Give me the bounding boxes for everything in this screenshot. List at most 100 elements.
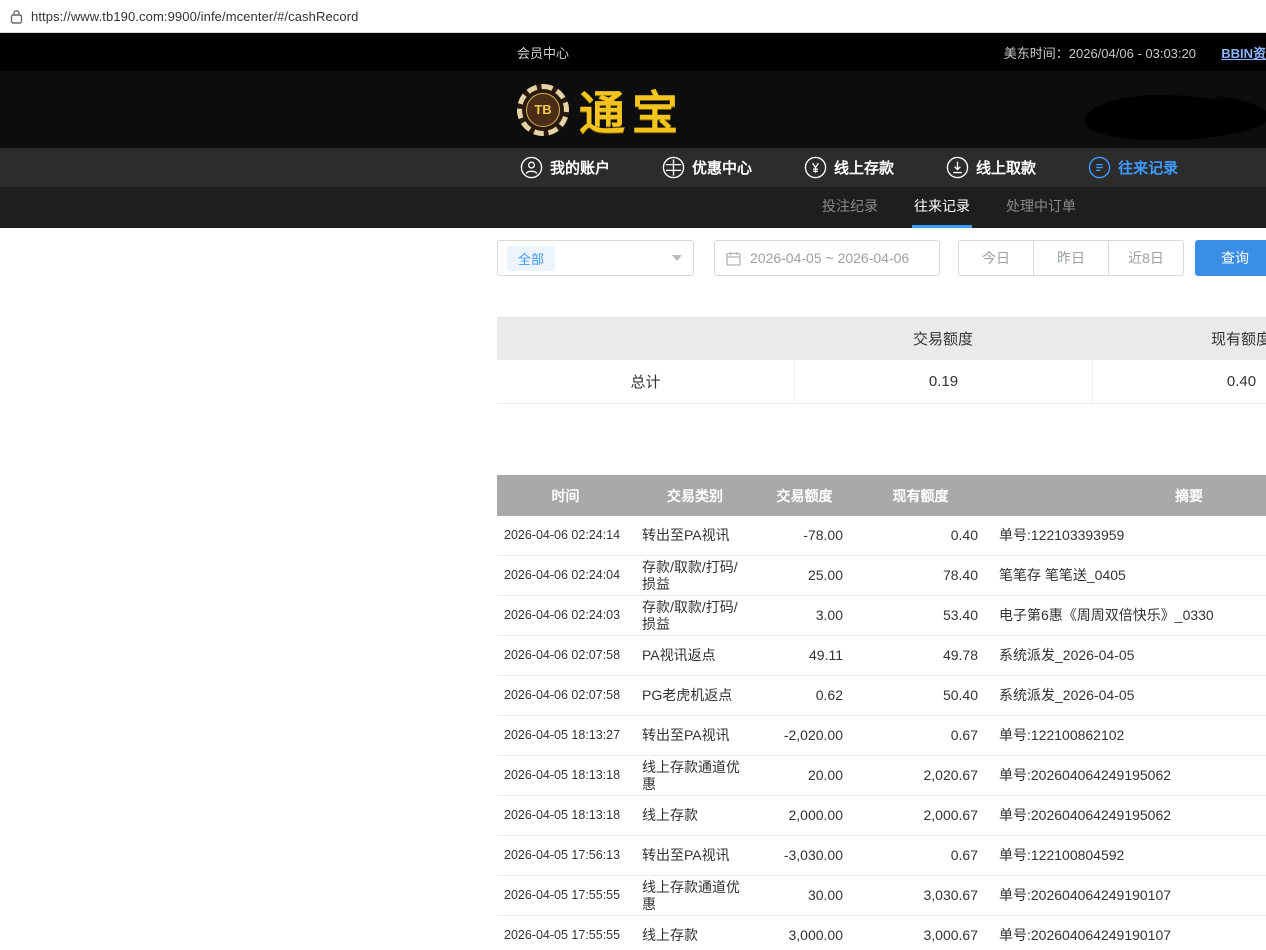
cell-balance: 3,000.67 [853, 916, 988, 950]
cell-type: 转出至PA视讯 [634, 516, 756, 555]
cell-type: PA视讯返点 [634, 636, 756, 675]
last-8-days-button[interactable]: 近8日 [1108, 240, 1184, 276]
cell-amount: -2,020.00 [756, 716, 853, 755]
cell-time: 2026-04-06 02:24:14 [497, 516, 634, 555]
yesterday-button[interactable]: 昨日 [1033, 240, 1109, 276]
cell-time: 2026-04-05 18:13:18 [497, 796, 634, 835]
nav-item-deposit[interactable]: 线上存款 [804, 156, 894, 179]
cell-balance: 49.78 [853, 636, 988, 675]
chevron-down-icon [672, 255, 682, 261]
cell-amount: -3,030.00 [756, 836, 853, 875]
today-button[interactable]: 今日 [958, 240, 1034, 276]
records-table-body: 2026-04-06 02:24:14 转出至PA视讯 -78.00 0.40 … [497, 516, 1266, 950]
calendar-icon [726, 251, 741, 266]
cell-summary: 笔笔存 笔笔送_0405 [988, 556, 1266, 595]
cell-balance: 0.40 [853, 516, 988, 555]
table-row: 2026-04-06 02:07:58 PA视讯返点 49.11 49.78 系… [497, 636, 1266, 676]
sub-nav: 投注纪录 往来记录 处理中订单 [0, 187, 1266, 228]
cell-time: 2026-04-05 17:55:55 [497, 916, 634, 950]
cell-type: 线上存款通道优惠 [634, 756, 756, 795]
cell-balance: 3,030.67 [853, 876, 988, 915]
cell-summary: 单号:202604064249195062 [988, 756, 1266, 795]
site-header: TB 通宝 [0, 71, 1266, 148]
col-header-summary: 摘要 [988, 486, 1266, 506]
cell-amount: 49.11 [756, 636, 853, 675]
subnav-item-betting-records[interactable]: 投注纪录 [820, 187, 880, 228]
deposit-icon [804, 156, 827, 179]
cell-amount: -78.00 [756, 516, 853, 555]
table-row: 2026-04-06 02:07:58 PG老虎机返点 0.62 50.40 系… [497, 676, 1266, 716]
table-row: 2026-04-05 17:55:55 线上存款 3,000.00 3,000.… [497, 916, 1266, 950]
table-row: 2026-04-06 02:24:04 存款/取款/打码/损益 25.00 78… [497, 556, 1266, 596]
bbin-link[interactable]: BBIN资 [1221, 43, 1266, 62]
quick-range-group: 今日 昨日 近8日 [958, 240, 1184, 276]
cell-amount: 20.00 [756, 756, 853, 795]
cell-type: PG老虎机返点 [634, 676, 756, 715]
promo-icon [662, 156, 685, 179]
cell-balance: 0.67 [853, 716, 988, 755]
type-select[interactable]: 全部 [497, 240, 694, 276]
cell-balance: 2,020.67 [853, 756, 988, 795]
cell-type: 转出至PA视讯 [634, 836, 756, 875]
cell-time: 2026-04-06 02:07:58 [497, 676, 634, 715]
search-button[interactable]: 查询 [1195, 240, 1266, 276]
nav-item-promotions[interactable]: 优惠中心 [662, 156, 752, 179]
filter-row: 全部 2026-04-05 ~ 2026-04-06 今日 昨日 近8日 查询 [497, 240, 1266, 276]
cell-balance: 50.40 [853, 676, 988, 715]
cell-summary: 系统派发_2026-04-05 [988, 636, 1266, 675]
nav-label: 线上存款 [834, 157, 894, 178]
cell-summary: 单号:202604064249195062 [988, 796, 1266, 835]
content-area: 全部 2026-04-05 ~ 2026-04-06 今日 昨日 近8日 查询 … [497, 228, 1266, 950]
summary-balance-value: 0.40 [1092, 360, 1266, 403]
summary-total-label: 总计 [497, 371, 794, 392]
date-range-input[interactable]: 2026-04-05 ~ 2026-04-06 [714, 240, 940, 276]
cell-balance: 2,000.67 [853, 796, 988, 835]
eastern-time-label: 美东时间：2026/04/06 - 03:03:20 [1004, 43, 1196, 62]
subnav-item-processing-orders[interactable]: 处理中订单 [1004, 187, 1078, 228]
cell-type: 线上存款 [634, 796, 756, 835]
cell-type: 存款/取款/打码/损益 [634, 596, 756, 635]
browser-address-bar[interactable]: https://www.tb190.com:9900/infe/mcenter/… [0, 0, 1266, 33]
nav-item-records[interactable]: 往来记录 [1088, 156, 1178, 179]
cell-summary: 单号:122100804592 [988, 836, 1266, 875]
url-text: https://www.tb190.com:9900/infe/mcenter/… [31, 9, 358, 24]
col-header-time: 时间 [497, 486, 634, 506]
nav-item-withdraw[interactable]: 线上取款 [946, 156, 1036, 179]
table-row: 2026-04-05 18:13:18 线上存款 2,000.00 2,000.… [497, 796, 1266, 836]
brand-logo: TB 通宝 [517, 77, 685, 143]
cell-summary: 单号:122103393959 [988, 516, 1266, 555]
col-header-balance: 现有额度 [853, 486, 988, 506]
col-header-type: 交易类别 [634, 486, 756, 506]
summary-transaction-value: 0.19 [794, 360, 1092, 403]
records-table: 时间 交易类别 交易额度 现有额度 摘要 2026-04-06 02:24:14… [497, 475, 1266, 950]
cell-type: 存款/取款/打码/损益 [634, 556, 756, 595]
nav-label: 优惠中心 [692, 157, 752, 178]
cell-type: 线上存款通道优惠 [634, 876, 756, 915]
records-table-header: 时间 交易类别 交易额度 现有额度 摘要 [497, 475, 1266, 516]
redaction-scribble [1076, 90, 1266, 144]
member-center-link[interactable]: 会员中心 [517, 43, 569, 62]
subnav-item-transaction-records[interactable]: 往来记录 [912, 187, 972, 228]
col-header-amount: 交易额度 [756, 486, 853, 506]
cell-summary: 单号:202604064249190107 [988, 916, 1266, 950]
table-row: 2026-04-05 17:56:13 转出至PA视讯 -3,030.00 0.… [497, 836, 1266, 876]
cell-amount: 25.00 [756, 556, 853, 595]
records-icon [1088, 156, 1111, 179]
cell-summary: 单号:202604064249190107 [988, 876, 1266, 915]
cell-time: 2026-04-05 17:56:13 [497, 836, 634, 875]
table-row: 2026-04-06 02:24:03 存款/取款/打码/损益 3.00 53.… [497, 596, 1266, 636]
summary-header: 交易额度 现有额度 [497, 317, 1266, 360]
cell-summary: 电子第6惠《周周双倍快乐》_0330 [988, 596, 1266, 635]
table-row: 2026-04-05 17:55:55 线上存款通道优惠 30.00 3,030… [497, 876, 1266, 916]
cell-amount: 3,000.00 [756, 916, 853, 950]
cell-summary: 单号:122100862102 [988, 716, 1266, 755]
summary-header-balance: 现有额度 [1092, 328, 1266, 349]
cell-time: 2026-04-06 02:24:03 [497, 596, 634, 635]
summary-table: 交易额度 现有额度 总计 0.19 0.40 [497, 317, 1266, 404]
cell-amount: 0.62 [756, 676, 853, 715]
type-select-value: 全部 [507, 246, 555, 271]
date-range-value: 2026-04-05 ~ 2026-04-06 [750, 250, 909, 266]
table-row: 2026-04-05 18:13:27 转出至PA视讯 -2,020.00 0.… [497, 716, 1266, 756]
brand-name: 通宝 [579, 77, 685, 143]
nav-item-my-account[interactable]: 我的账户 [520, 156, 610, 179]
